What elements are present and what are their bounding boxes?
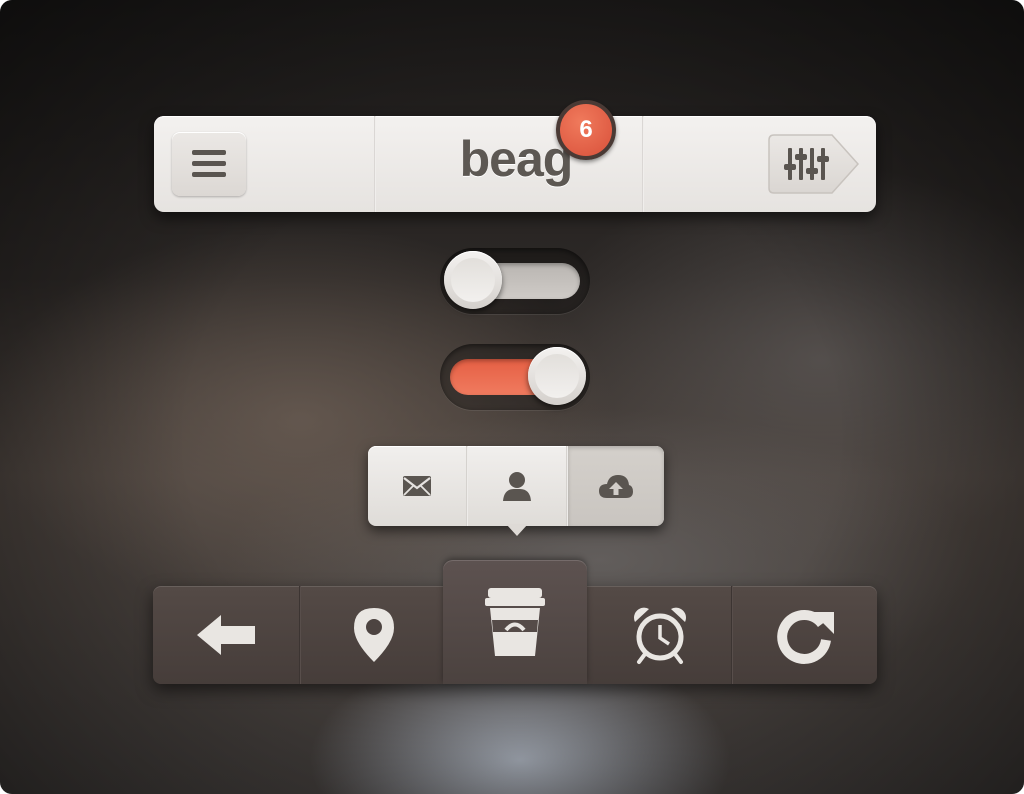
location-pin-icon <box>354 608 394 662</box>
tab-alarm[interactable] <box>589 586 731 684</box>
tab-refresh[interactable] <box>733 586 877 684</box>
alarm-clock-icon <box>634 607 686 664</box>
notification-badge[interactable]: 6 <box>556 100 616 160</box>
segment-user[interactable] <box>468 446 566 526</box>
segmented-control <box>368 446 664 526</box>
segment-pointer <box>506 524 528 536</box>
menu-button[interactable] <box>172 132 246 196</box>
coffee-cup-icon <box>485 588 545 656</box>
filter-settings-button[interactable] <box>768 134 860 194</box>
refresh-icon <box>777 610 834 664</box>
back-arrow-icon <box>197 615 255 655</box>
toggle-knob <box>444 251 502 309</box>
hamburger-menu-icon <box>192 150 226 177</box>
tab-coffee[interactable] <box>443 560 587 684</box>
top-nav-divider <box>642 116 644 212</box>
segment-mail[interactable] <box>368 446 466 526</box>
tab-back[interactable] <box>153 586 299 684</box>
background-frame: beag 6 <box>0 0 1024 794</box>
tab-location[interactable] <box>301 586 447 684</box>
cloud-upload-icon <box>599 475 633 498</box>
user-icon <box>503 472 531 501</box>
segment-cloud-upload[interactable] <box>568 446 664 526</box>
top-nav-divider <box>374 116 376 212</box>
mail-icon <box>403 476 431 496</box>
toggle-switch-on[interactable] <box>440 344 590 410</box>
toggle-knob <box>528 347 586 405</box>
top-nav-bar: beag 6 <box>154 100 876 212</box>
toggle-switch-off[interactable] <box>440 248 590 314</box>
equalizer-sliders-icon <box>768 134 860 194</box>
